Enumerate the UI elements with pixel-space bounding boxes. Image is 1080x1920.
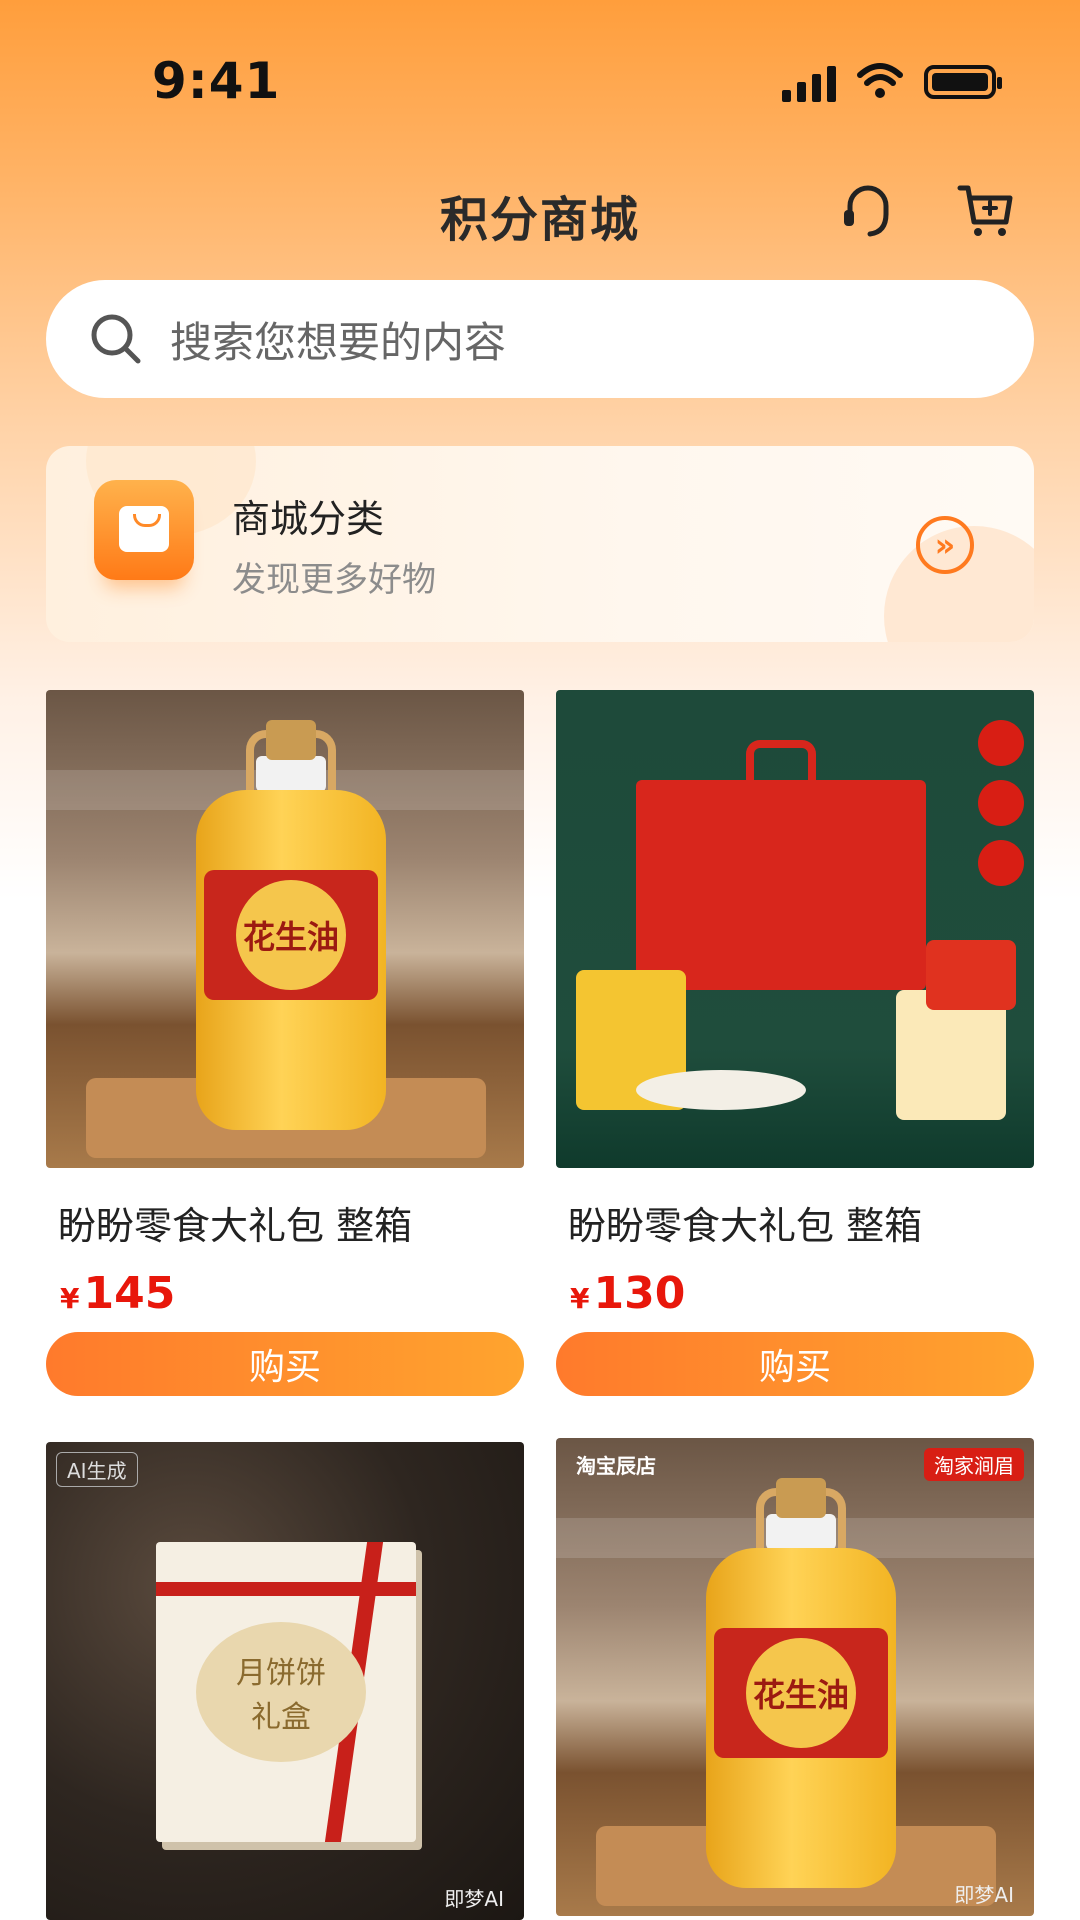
buy-button[interactable]: 购买 (556, 1332, 1034, 1396)
product-price: ¥145 (60, 1268, 175, 1319)
customer-service-icon[interactable] (828, 170, 908, 250)
store-badge: 淘家涧眉 (924, 1448, 1024, 1481)
price-value: 130 (593, 1268, 686, 1319)
shopping-bag-icon (94, 480, 194, 580)
buy-button[interactable]: 购买 (46, 1332, 524, 1396)
category-subtitle: 发现更多好物 (232, 560, 436, 600)
product-image[interactable]: AI生成 月饼饼 礼盒 即梦AI (46, 1442, 524, 1920)
box-label-line2: 礼盒 (251, 1700, 311, 1735)
product-image[interactable]: 淘宝辰店 淘家涧眉 花生油 即梦AI (556, 1438, 1034, 1916)
search-bar[interactable]: 搜索您想要的内容 (46, 280, 1034, 398)
product-name: 盼盼零食大礼包 整箱 (568, 1204, 923, 1248)
cellular-signal-icon (782, 62, 836, 102)
mall-category-card[interactable]: 商城分类 发现更多好物 » (46, 446, 1034, 642)
ai-generated-tag: AI生成 (56, 1452, 138, 1487)
double-chevron-right-icon[interactable]: » (916, 516, 974, 574)
watermark: 即梦AI (954, 1883, 1014, 1907)
category-title: 商城分类 (232, 497, 385, 541)
status-bar: 9:41 (0, 0, 1080, 170)
currency-symbol: ¥ (60, 1282, 80, 1315)
mooncake-box-illustration: 月饼饼 礼盒 (156, 1542, 416, 1842)
gift-box-illustration (636, 740, 926, 990)
battery-icon (924, 65, 1002, 99)
product-price: ¥130 (570, 1268, 685, 1319)
price-value: 145 (83, 1268, 176, 1319)
search-icon (91, 314, 141, 364)
cart-icon[interactable] (946, 170, 1026, 250)
product-label-text: 花生油 (236, 880, 346, 990)
watermark: 即梦AI (444, 1887, 504, 1911)
product-image[interactable]: 花生油 (46, 690, 524, 1168)
product-label-text: 花生油 (746, 1638, 856, 1748)
product-image[interactable] (556, 690, 1034, 1168)
header: 积分商城 (0, 170, 1080, 280)
product-name: 盼盼零食大礼包 整箱 (58, 1204, 413, 1248)
box-label-line1: 月饼饼 (236, 1656, 326, 1691)
search-placeholder: 搜索您想要的内容 (170, 317, 507, 367)
currency-symbol: ¥ (570, 1282, 590, 1315)
oil-bottle-illustration: 花生油 (196, 720, 386, 1130)
status-time: 9:41 (152, 52, 281, 110)
wifi-icon (857, 63, 903, 98)
status-icons (782, 62, 1002, 102)
oil-bottle-illustration: 花生油 (706, 1478, 896, 1888)
page-title: 积分商城 (439, 192, 640, 248)
store-tag: 淘宝辰店 (576, 1454, 656, 1478)
